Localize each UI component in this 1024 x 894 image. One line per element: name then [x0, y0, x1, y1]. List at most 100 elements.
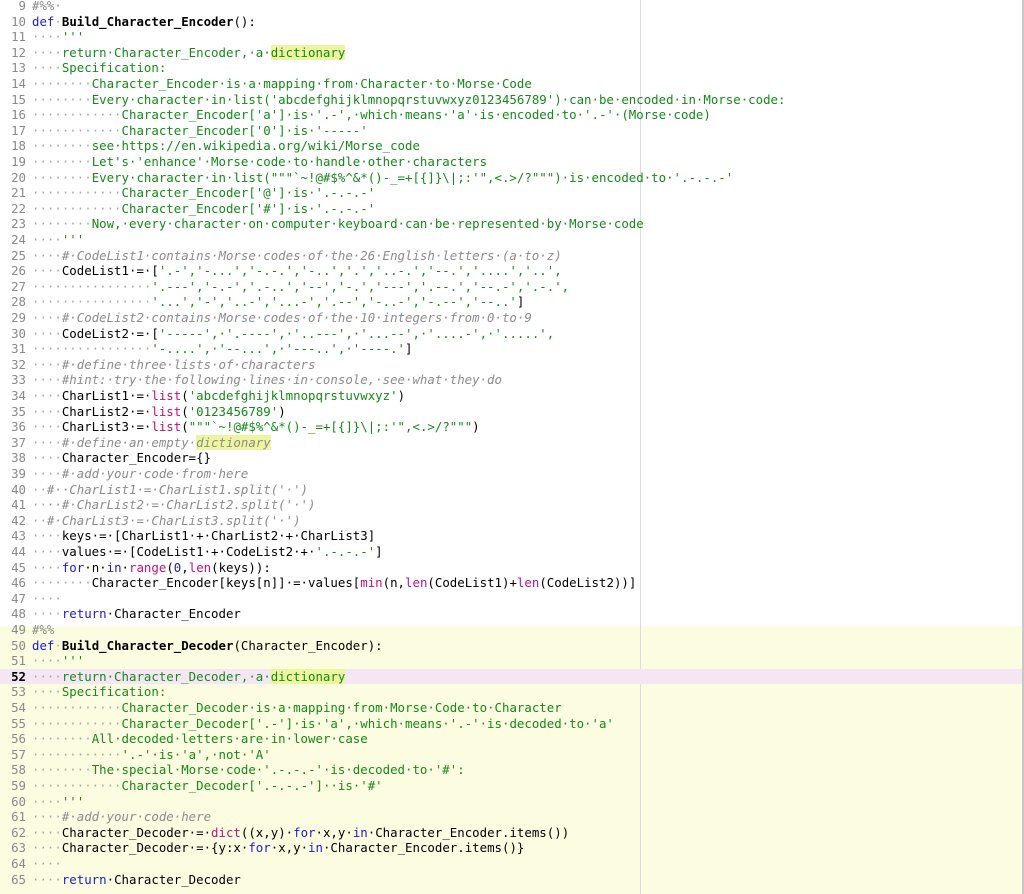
code-line[interactable]: 10 def·Build_Character_Encoder():: [0, 14, 1024, 30]
line-code: ····keys·=·[CharList1·+·CharList2·+·Char…: [32, 528, 375, 544]
line-number: 21: [11, 185, 26, 201]
code-line[interactable]: 59 ············Character_Decoder['.-.-.-'…: [0, 778, 1024, 794]
code-line[interactable]: 55 ············Character_Decoder['.-']·is…: [0, 716, 1024, 732]
code-line[interactable]: 9 #%%·: [0, 0, 1024, 14]
code-line[interactable]: 18 ········see·https://en.wikipedia.org/w…: [0, 138, 1024, 154]
line-code: ············Character_Encoder['a']·is·'.…: [32, 107, 711, 123]
code-line[interactable]: 64 ····: [0, 856, 1024, 872]
code-line[interactable]: 38 ····Character_Encoder={}: [0, 450, 1024, 466]
code-token: Character_Decoder·=·: [61, 824, 212, 840]
code-token: ····: [32, 232, 62, 247]
code-line[interactable]: 14 ········Character_Encoder·is·a·mapping…: [0, 76, 1024, 92]
code-line[interactable]: 35 ····CharList2·=·list('0123456789'): [0, 404, 1024, 420]
code-line[interactable]: 34 ····CharList1·=·list('abcdefghijklmnop…: [0, 388, 1024, 404]
code-line[interactable]: 56 ········All·decoded·letters·are·in·low…: [0, 731, 1024, 747]
code-token: len: [405, 575, 428, 591]
line-number: 28: [11, 294, 26, 310]
line-number: 22: [11, 200, 26, 216]
code-line[interactable]: 60 ····''': [0, 794, 1024, 810]
code-token: ····: [32, 590, 62, 606]
code-line[interactable]: 52 ····return·Character_Decoder,·a·dictio…: [0, 668, 1024, 685]
code-token: dict: [211, 824, 241, 840]
code-line[interactable]: 48 ····return·Character_Encoder: [0, 606, 1024, 622]
code-line[interactable]: 28 ················'...','-','..-','...-'…: [0, 294, 1024, 310]
code-line[interactable]: 45 ····for·n·in·range(0,len(keys)):: [0, 560, 1024, 576]
code-token: ····: [32, 544, 62, 559]
code-line[interactable]: 51 ····''': [0, 653, 1024, 669]
code-line[interactable]: 61 ····#·add·your·code·here: [0, 809, 1024, 825]
code-line[interactable]: 15 ········Every·character·in·list('abcde…: [0, 92, 1024, 108]
code-line[interactable]: 37 ····#·define·an·empty·dictionary: [0, 434, 1024, 451]
code-token: ··: [32, 481, 47, 497]
line-code: ········All·decoded·letters·are·in·lower…: [32, 731, 368, 747]
line-code: ··#··CharList1·=·CharList1.split('·'): [32, 482, 308, 498]
code-token: """`~!@#$%^&*()-_=+[{]}\|;:'",<.>/?""": [188, 419, 473, 435]
code-line[interactable]: 36 ····CharList3·=·list("""`~!@#$%^&*()-_…: [0, 419, 1024, 435]
code-token: #%%: [32, 622, 55, 637]
code-line[interactable]: 65 ····return·Character_Decoder: [0, 872, 1024, 888]
code-line[interactable]: 25 ····#·CodeList1·contains·Morse·codes·o…: [0, 248, 1024, 264]
code-line[interactable]: 44 ····values·=·[CodeList1·+·CodeList2·+·…: [0, 544, 1024, 560]
code-line[interactable]: 29 ····#·CodeList2·contains·Morse·codes·o…: [0, 310, 1024, 326]
code-token: ········: [32, 762, 92, 778]
line-code: ····''': [32, 29, 84, 45]
code-token: ····: [32, 419, 62, 435]
code-line[interactable]: 26 ····CodeList1·=·['.-','-...','-.-.','-…: [0, 263, 1024, 279]
code-token: ····: [32, 325, 62, 341]
line-code: ····#·define·an·empty·dictionary: [32, 434, 271, 451]
code-line[interactable]: 62 ····Character_Decoder·=·dict((x,y)·for…: [0, 825, 1024, 841]
code-token: ············: [32, 107, 122, 123]
line-number: 52: [11, 668, 26, 684]
code-editor[interactable]: 9 #%%· 10 def·Build_Character_Encoder(): 11 ·…: [0, 0, 1024, 894]
code-line[interactable]: 58 ········The·special·Morse·code·'.-.-.-…: [0, 762, 1024, 778]
code-line[interactable]: 31 ················'-....',·'--...',·'---…: [0, 341, 1024, 357]
code-token: #·add·your·code·here: [61, 809, 212, 825]
code-line[interactable]: 43 ····keys·=·[CharList1·+·CharList2·+·Ch…: [0, 528, 1024, 544]
code-token: ''': [61, 29, 85, 45]
line-code: ····#·CodeList2·contains·Morse·codes·of·…: [32, 310, 532, 326]
code-line[interactable]: 39 ····#·add·your·code·from·here: [0, 466, 1024, 482]
code-line[interactable]: 21 ············Character_Encoder['@']·is·…: [0, 185, 1024, 201]
line-number: 14: [11, 76, 26, 91]
code-line[interactable]: 17 ············Character_Encoder['0']·is·…: [0, 123, 1024, 139]
code-line[interactable]: 30 ····CodeList2·=·['-----',·'.----',·'..…: [0, 326, 1024, 342]
code-token: ·n·: [84, 559, 107, 575]
code-line[interactable]: 40 ··#··CharList1·=·CharList1.split('·'): [0, 482, 1024, 498]
code-token: dictionary: [270, 44, 346, 60]
code-line[interactable]: 13 ····Specification:: [0, 60, 1024, 76]
code-line[interactable]: 33 ····#hint:·try·the·following·lines·in·…: [0, 372, 1024, 388]
code-line[interactable]: 22 ············Character_Encoder['#']·is·…: [0, 201, 1024, 217]
code-line[interactable]: 20 ········Every·character·in·list("""`~!…: [0, 170, 1024, 186]
code-line[interactable]: 24 ····''': [0, 232, 1024, 248]
code-line[interactable]: 41 ····#·CharList2·=·CharList2.split('·'): [0, 497, 1024, 513]
code-line[interactable]: 53 ····Specification:: [0, 684, 1024, 700]
code-token: Every·character·in·list("""`~!@#$%^&*()-…: [91, 169, 734, 185]
code-line[interactable]: 27 ················'.---','-.-','.-..','-…: [0, 279, 1024, 295]
line-code: #%%·: [32, 0, 62, 14]
line-code: ····#·CharList2·=·CharList2.split('·'): [32, 497, 315, 513]
code-line[interactable]: 16 ············Character_Encoder['a']·is·…: [0, 107, 1024, 123]
code-token: Character_Encoder[keys[n]]·=·values[: [91, 575, 361, 591]
code-token: #·define·an·empty·: [61, 434, 197, 450]
code-line[interactable]: 42 ··#·CharList3·=·CharList3.split('·'): [0, 513, 1024, 529]
code-line[interactable]: 12 ····return·Character_Encoder,·a·dictio…: [0, 44, 1024, 61]
code-line[interactable]: 49 #%%: [0, 622, 1024, 638]
code-line[interactable]: 19 ········Let's·'enhance'·Morse·code·to·…: [0, 154, 1024, 170]
code-line[interactable]: 11 ····''': [0, 29, 1024, 45]
code-line[interactable]: 46 ········Character_Encoder[keys[n]]·=·v…: [0, 575, 1024, 591]
code-token: ·: [121, 559, 130, 575]
code-token: ············: [32, 715, 122, 731]
line-code: ········Character_Encoder·is·a·mapping·f…: [32, 76, 532, 92]
line-number: 60: [11, 793, 26, 809]
code-line[interactable]: 23 ········Now,·every·character·on·comput…: [0, 216, 1024, 232]
line-code: ················'...','-','..-','...-','…: [32, 294, 524, 310]
code-token: ········: [32, 76, 92, 91]
code-line[interactable]: 50 def·Build_Character_Decoder(Character_…: [0, 638, 1024, 654]
code-line[interactable]: 63 ····Character_Decoder·=·{y:x·for·x,y·i…: [0, 840, 1024, 856]
line-number: 61: [11, 809, 26, 825]
code-line[interactable]: 32 ····#·define·three·lists·of·characters: [0, 357, 1024, 373]
code-line[interactable]: 54 ············Character_Decoder·is·a·map…: [0, 700, 1024, 716]
code-line[interactable]: 57 ············'.-'·is·'a',·not·'A': [0, 747, 1024, 763]
code-line[interactable]: 47 ····: [0, 591, 1024, 607]
line-code: ············Character_Encoder['0']·is·'-…: [32, 123, 368, 139]
